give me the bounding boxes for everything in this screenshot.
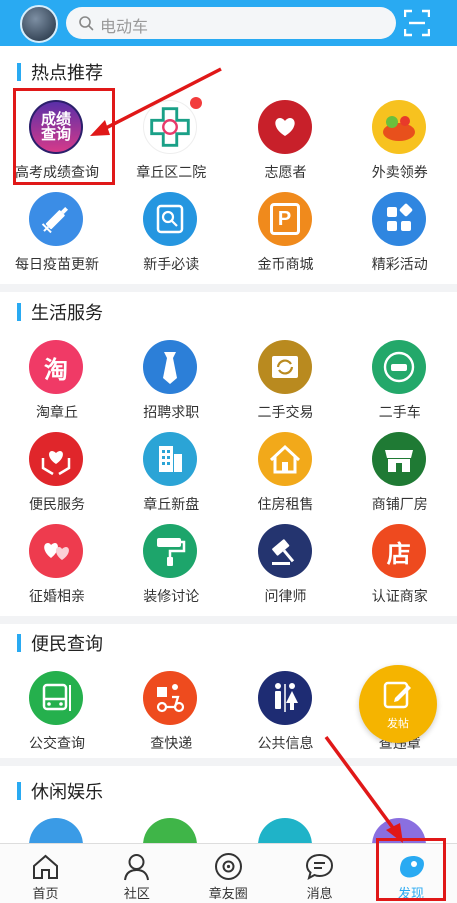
item-second-hand-trade[interactable]: 二手交易 — [229, 340, 343, 432]
item-public-info[interactable]: 公共信息 — [229, 671, 343, 763]
edit-icon — [383, 681, 411, 709]
matchmaking-icon — [29, 524, 83, 578]
section-title-hot: 热点推荐 — [17, 61, 103, 83]
used-car-icon — [371, 340, 426, 394]
takeout-coupon-icon — [371, 100, 426, 154]
item-express[interactable]: 查快递 — [114, 671, 228, 763]
item-housing-rent[interactable]: 住房租售 — [229, 432, 343, 524]
notification-dot — [190, 97, 202, 109]
tab-community[interactable]: 社区 — [91, 844, 182, 903]
new-property-icon — [143, 432, 198, 486]
hospital-logo-icon — [143, 100, 198, 154]
life-grid: 淘 淘章丘 招聘求职 二手交易 二手车 便民服务 章丘新盘 住房租售 商铺厂房 … — [0, 340, 457, 616]
list-item[interactable] — [114, 818, 228, 843]
message-icon — [306, 853, 334, 881]
highlight-box-discover — [376, 838, 446, 901]
item-decoration[interactable]: 装修讨论 — [114, 524, 228, 616]
item-volunteer[interactable]: 志愿者 — [229, 100, 343, 192]
community-icon — [124, 854, 150, 881]
divider — [0, 616, 457, 624]
coin-mall-icon: P — [257, 192, 312, 246]
search-icon — [79, 16, 94, 31]
item-recruit[interactable]: 招聘求职 — [114, 340, 228, 432]
tao-icon: 淘 — [29, 340, 83, 394]
post-button[interactable]: 发帖 — [359, 665, 437, 743]
item-certified-merchant[interactable]: 店 认证商家 — [343, 524, 457, 616]
list-item[interactable] — [0, 818, 114, 843]
divider — [0, 284, 457, 292]
search-input[interactable]: 电动车 — [66, 7, 396, 39]
bus-icon — [29, 671, 83, 725]
item-lawyer[interactable]: 问律师 — [229, 524, 343, 616]
tab-friends-circle[interactable]: 章友圈 — [183, 844, 274, 903]
item-tao[interactable]: 淘 淘章丘 — [0, 340, 114, 432]
highlight-box-score — [13, 88, 115, 185]
list-item[interactable] — [229, 818, 343, 843]
leisure-item-icon — [257, 818, 312, 843]
item-used-car[interactable]: 二手车 — [343, 340, 457, 432]
section-title-leisure: 休闲娱乐 — [17, 780, 103, 802]
item-matchmaking[interactable]: 征婚相亲 — [0, 524, 114, 616]
item-beginner-guide[interactable]: 新手必读 — [114, 192, 228, 284]
second-hand-trade-icon — [257, 340, 312, 394]
beginner-guide-icon — [143, 192, 198, 246]
section-title-query: 便民查询 — [17, 632, 103, 654]
item-convenience[interactable]: 便民服务 — [0, 432, 114, 524]
home-icon — [33, 854, 58, 879]
leisure-item-icon — [29, 818, 83, 843]
item-hospital[interactable]: 章丘区二院 — [114, 100, 228, 192]
friends-circle-icon — [214, 853, 242, 880]
item-takeout-coupon[interactable]: 外卖领券 — [343, 100, 457, 192]
item-activities[interactable]: 精彩活动 — [343, 192, 457, 284]
shop-icon — [371, 432, 426, 486]
lawyer-gavel-icon — [257, 524, 312, 578]
express-delivery-icon — [143, 671, 198, 725]
certified-merchant-icon: 店 — [371, 524, 426, 578]
vaccine-syringe-icon — [29, 192, 83, 246]
convenience-service-icon — [29, 432, 83, 486]
tab-message[interactable]: 消息 — [274, 844, 365, 903]
item-bus[interactable]: 公交查询 — [0, 671, 114, 763]
decoration-roller-icon — [143, 524, 198, 578]
divider — [0, 758, 457, 766]
housing-rent-icon — [257, 432, 312, 486]
tab-home[interactable]: 首页 — [0, 844, 91, 903]
item-new-property[interactable]: 章丘新盘 — [114, 432, 228, 524]
scan-icon[interactable] — [404, 9, 430, 37]
item-coin-mall[interactable]: P 金币商城 — [229, 192, 343, 284]
recruit-tie-icon — [143, 340, 198, 394]
item-shop[interactable]: 商铺厂房 — [343, 432, 457, 524]
item-vaccine[interactable]: 每日疫苗更新 — [0, 192, 114, 284]
activities-icon — [371, 192, 426, 246]
volunteer-icon — [257, 100, 312, 154]
section-title-life: 生活服务 — [17, 301, 103, 323]
leisure-item-icon — [143, 818, 198, 843]
public-restroom-icon — [257, 671, 312, 725]
top-bar: 电动车 — [0, 0, 457, 46]
avatar[interactable] — [20, 5, 58, 43]
search-placeholder: 电动车 — [100, 19, 149, 36]
